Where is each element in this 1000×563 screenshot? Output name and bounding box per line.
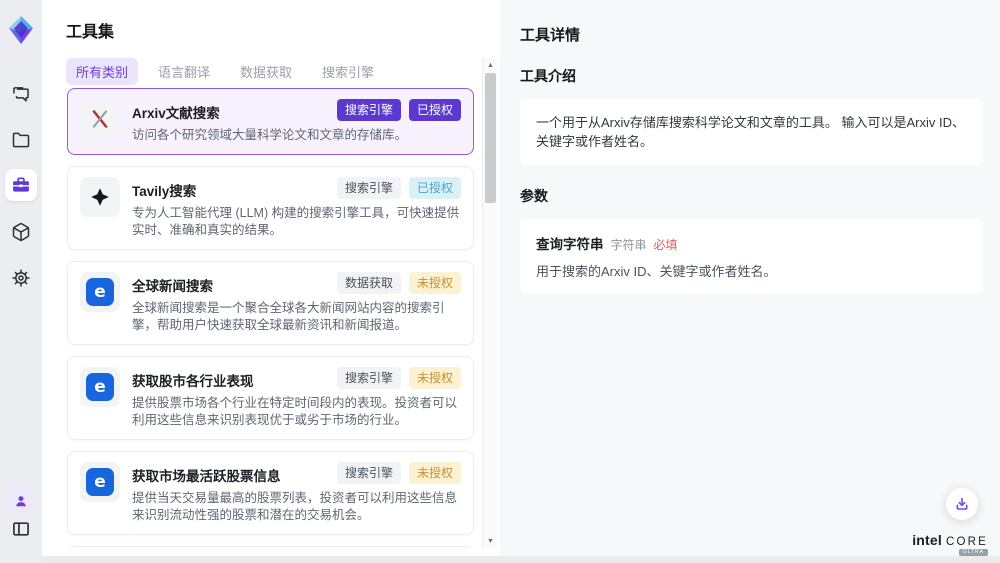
- tab-3[interactable]: 搜索引擎: [312, 58, 384, 85]
- toolset-panel: 工具集 所有类别语言翻译数据获取搜索引擎 Arxiv文献搜索搜索引擎已授权访问各…: [42, 0, 500, 556]
- folder-icon: [11, 130, 31, 150]
- auth-status-badge: 已授权: [409, 177, 461, 199]
- blue-e-icon: e: [80, 462, 120, 502]
- tool-card[interactable]: 万维地区新闻查询搜索引擎未授权查询具体行政区划内的新闻，快速了解各地新闻动: [67, 546, 474, 548]
- tab-0[interactable]: 所有类别: [66, 58, 138, 85]
- scrollbar-thumb[interactable]: [485, 73, 496, 203]
- sidebar-item-panel-layout[interactable]: [11, 519, 31, 539]
- category-tag: 搜索引擎: [337, 99, 401, 121]
- tool-card[interactable]: e 全球新闻搜索 数据获取未授权全球新闻搜索是一个聚合全球各大新闻网站内容的搜索引擎…: [67, 261, 474, 345]
- tool-card[interactable]: Tavily搜索 搜索引擎已授权专为人工智能代理 (LLM) 构建的搜索引擎工具，…: [67, 166, 474, 250]
- tool-desc: 提供股票市场各个行业在特定时间段内的表现。投资者可以利用这些信息来识别表现优于或…: [132, 395, 461, 429]
- brand-intel-text: intel: [912, 532, 942, 548]
- intel-core-logo: intel CORE ULTRA: [912, 532, 988, 548]
- arxiv-icon: [80, 99, 120, 139]
- tool-desc: 访问各个研究领域大量科学论文和文章的存储库。: [132, 127, 461, 144]
- sidebar-item-gear[interactable]: [11, 268, 31, 288]
- auth-status-badge: 未授权: [409, 367, 461, 389]
- tool-name: Tavily搜索: [132, 177, 196, 200]
- download-button[interactable]: [946, 488, 978, 520]
- params-heading: 参数: [520, 186, 980, 206]
- tool-name: 获取股市各行业表现: [132, 367, 254, 390]
- tool-name: 全球新闻搜索: [132, 272, 213, 295]
- sidebar-item-user-avatar[interactable]: [8, 488, 34, 514]
- tool-card[interactable]: e 获取市场最活跃股票信息 搜索引擎未授权提供当天交易量最高的股票列表，投资者可以利…: [67, 451, 474, 535]
- detail-title: 工具详情: [520, 24, 980, 45]
- param-required-badge: 必填: [654, 236, 678, 253]
- gear-icon: [11, 268, 31, 288]
- tool-name: 获取市场最活跃股票信息: [132, 462, 281, 485]
- panel-layout-icon: [11, 519, 31, 539]
- param-type: 字符串: [611, 236, 647, 253]
- tool-card[interactable]: e 获取股市各行业表现 搜索引擎未授权提供股票市场各个行业在特定时间段内的表现。投资…: [67, 356, 474, 440]
- scroll-down-arrow[interactable]: ▼: [483, 534, 498, 548]
- toolset-title: 工具集: [66, 18, 114, 42]
- chat-icon: [11, 85, 31, 105]
- sidebar-item-folder[interactable]: [11, 130, 31, 150]
- tool-detail-panel: 工具详情 工具介绍 一个用于从Arxiv存储库搜索科学论文和文章的工具。 输入可…: [500, 0, 1000, 556]
- blue-e-icon: e: [80, 367, 120, 407]
- list-scrollbar[interactable]: ▲ ▼: [482, 58, 497, 548]
- blue-e-icon: e: [80, 272, 120, 312]
- intro-text: 一个用于从Arxiv存储库搜索科学论文和文章的工具。 输入可以是Arxiv ID…: [536, 113, 967, 151]
- tool-desc: 全球新闻搜索是一个聚合全球各大新闻网站内容的搜索引擎，帮助用户快速获取全球最新资…: [132, 300, 461, 334]
- toolbox-icon: [11, 175, 31, 195]
- category-tag: 数据获取: [337, 272, 401, 294]
- sidebar-item-cube[interactable]: [11, 222, 31, 242]
- intro-heading: 工具介绍: [520, 66, 980, 86]
- tool-name: Arxiv文献搜索: [132, 99, 220, 122]
- intro-card: 一个用于从Arxiv存储库搜索科学论文和文章的工具。 输入可以是Arxiv ID…: [520, 99, 983, 165]
- auth-status-badge: 已授权: [409, 99, 461, 121]
- category-tag: 搜索引擎: [337, 367, 401, 389]
- param-desc: 用于搜索的Arxiv ID、关键字或作者姓名。: [536, 261, 967, 280]
- category-tag: 搜索引擎: [337, 177, 401, 199]
- brand-ultra-badge: ULTRA: [959, 549, 988, 556]
- tool-list: Arxiv文献搜索搜索引擎已授权访问各个研究领域大量科学论文和文章的存储库。Ta…: [67, 88, 474, 548]
- tool-desc: 提供当天交易量最高的股票列表，投资者可以利用这些信息来识别流动性强的股票和潜在的…: [132, 490, 461, 524]
- tab-1[interactable]: 语言翻译: [148, 58, 220, 85]
- auth-status-badge: 未授权: [409, 272, 461, 294]
- category-tag: 搜索引擎: [337, 462, 401, 484]
- scroll-up-arrow[interactable]: ▲: [483, 58, 498, 72]
- app-logo[interactable]: [7, 15, 35, 45]
- tool-card[interactable]: Arxiv文献搜索 搜索引擎已授权访问各个研究领域大量科学论文和文章的存储库。: [67, 88, 474, 155]
- cube-icon: [11, 222, 31, 242]
- tool-desc: 专为人工智能代理 (LLM) 构建的搜索引擎工具，可快速提供实时、准确和真实的结…: [132, 205, 461, 239]
- sidebar-item-toolbox[interactable]: [5, 169, 37, 201]
- user-avatar-icon: [14, 494, 28, 508]
- star-icon: [80, 177, 120, 217]
- tab-2[interactable]: 数据获取: [230, 58, 302, 85]
- sidebar-rail: [0, 0, 42, 563]
- auth-status-badge: 未授权: [409, 462, 461, 484]
- param-card: 查询字符串 字符串 必填 用于搜索的Arxiv ID、关键字或作者姓名。: [520, 219, 983, 294]
- download-icon: [954, 496, 970, 512]
- sidebar-item-chat[interactable]: [11, 85, 31, 105]
- brand-core-text: CORE: [946, 536, 988, 548]
- category-tabs: 所有类别语言翻译数据获取搜索引擎: [66, 58, 384, 85]
- param-name: 查询字符串: [536, 233, 604, 253]
